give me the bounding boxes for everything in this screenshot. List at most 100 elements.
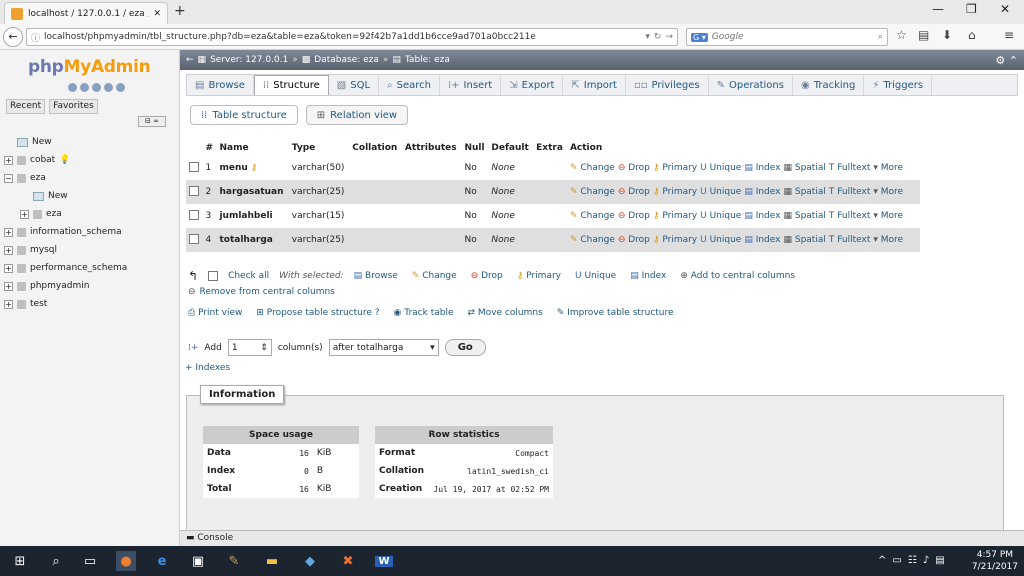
breadcrumb-database[interactable]: Database: eza [314,55,379,65]
action-spatial-link[interactable]: ▦ Spatial [783,187,825,197]
action-more-link[interactable]: ▾ More [873,187,903,197]
action-unique-link[interactable]: U Unique [700,163,741,173]
indexes-toggle[interactable]: + Indexes [185,363,230,373]
notification-icon[interactable]: ▤ [935,555,944,566]
reload-icon[interactable] [116,83,125,92]
help-icon[interactable]: ? [375,308,380,318]
tab-relation-view[interactable]: ⊞ Relation view [305,105,409,125]
app-icon[interactable]: ✎ [224,551,244,571]
task-view-icon[interactable]: ▭ [80,551,100,571]
check-all-checkbox[interactable] [208,271,219,281]
expand-toggle-icon[interactable]: − [4,173,13,183]
spinner-icon[interactable]: ⇕ [260,343,268,353]
action-change-link[interactable]: ✎ Change [570,235,615,245]
maximize-button[interactable]: ❐ [966,2,977,16]
tab-browse[interactable]: ▤ Browse [187,75,254,95]
network-icon[interactable]: ☷ [908,555,917,566]
row-checkbox[interactable] [189,185,199,196]
with-selected-change-button[interactable]: ✎ Change [412,271,457,281]
search-icon[interactable]: ⌕ [878,32,883,42]
clock[interactable]: 4:57 PM 7/21/2017 [972,549,1018,573]
tree-node[interactable]: + phpmyadmin [4,277,176,295]
action-index-link[interactable]: ▤ Index [744,187,780,197]
back-button[interactable]: ← [3,27,23,47]
expand-toggle-icon[interactable]: + [4,299,13,309]
battery-icon[interactable]: ▭ [892,555,901,566]
tab-table-structure[interactable]: ⁞⁞ Table structure [190,105,298,125]
action-change-link[interactable]: ✎ Change [570,187,615,197]
with-selected-add-to-central-columns-button[interactable]: ⊕ Add to central columns [680,271,795,281]
action-spatial-link[interactable]: ▦ Spatial [783,163,825,173]
action-drop-link[interactable]: ⊖ Drop [618,187,650,197]
action-unique-link[interactable]: U Unique [700,187,741,197]
expand-toggle-icon[interactable]: + [20,209,29,219]
propose-structure-link[interactable]: ⊞ Propose table structure ? [256,308,379,318]
action-index-link[interactable]: ▤ Index [744,163,780,173]
breadcrumb-server[interactable]: Server: 127.0.0.1 [210,55,288,65]
collapse-all-button[interactable]: ⊟ ∞ [138,116,166,127]
home-icon[interactable] [68,83,77,92]
action-fulltext-link[interactable]: T Fulltext [829,211,871,221]
action-primary-link[interactable]: ⚷ Primary [653,163,697,173]
tab-search[interactable]: ⌕ Search [379,75,440,95]
with-selected-index-button[interactable]: ▤ Index [630,271,666,281]
word-icon[interactable]: W [374,551,394,571]
tree-node[interactable]: +New [4,187,176,205]
help-icon[interactable] [92,83,101,92]
row-checkbox[interactable] [189,209,199,220]
action-primary-link[interactable]: ⚷ Primary [653,235,697,245]
tab-privileges[interactable]: ▫▫ Privileges [626,75,709,95]
tree-node[interactable]: + information_schema [4,223,176,241]
action-drop-link[interactable]: ⊖ Drop [618,235,650,245]
action-more-link[interactable]: ▾ More [873,163,903,173]
action-change-link[interactable]: ✎ Change [570,211,615,221]
tree-node[interactable]: New [4,133,176,151]
tree-node[interactable]: + test [4,295,176,313]
menu-icon[interactable]: ≡ [1004,28,1014,42]
go-button[interactable]: Go [444,339,486,356]
position-select[interactable]: after totalharga ▾ [328,339,439,356]
action-primary-link[interactable]: ⚷ Primary [653,187,697,197]
tree-node[interactable]: + eza [4,205,176,223]
improve-structure-link[interactable]: ✎ Improve table structure [557,308,674,318]
print-view-link[interactable]: ⎙ Print view [188,308,242,318]
favorites-tab[interactable]: Favorites [49,99,98,114]
expand-toggle-icon[interactable]: + [4,263,13,273]
recent-tab[interactable]: Recent [6,99,46,114]
console-bar[interactable]: ▬ Console [180,530,1024,546]
collapse-arrow-icon[interactable]: ← [186,55,194,65]
search-bar[interactable]: G ▾ Google ⌕ [686,28,888,46]
phpmyadmin-logo[interactable]: phpMyAdmin [28,57,151,77]
action-more-link[interactable]: ▾ More [873,211,903,221]
action-fulltext-link[interactable]: T Fulltext [829,235,871,245]
go-arrow-icon[interactable]: → [665,32,673,42]
tree-node[interactable]: − eza [4,169,176,187]
settings-icon[interactable] [104,83,113,92]
dropdown-icon[interactable]: ▾ [645,32,650,42]
track-table-link[interactable]: ◉ Track table [394,308,454,318]
close-window-button[interactable]: ✕ [1000,2,1010,16]
action-unique-link[interactable]: U Unique [700,211,741,221]
settings-gear-icon[interactable]: ⚙ ⌃ [995,54,1018,67]
expand-toggle-icon[interactable]: + [4,281,13,291]
check-all-label[interactable]: Check all [228,271,269,281]
tab-triggers[interactable]: ⚡ Triggers [864,75,933,95]
reading-list-icon[interactable]: ▤ [918,28,929,42]
xampp-icon[interactable]: ✖ [338,551,358,571]
box-icon[interactable]: ◆ [300,551,320,571]
action-drop-link[interactable]: ⊖ Drop [618,211,650,221]
firefox-icon[interactable]: ● [116,551,136,571]
action-spatial-link[interactable]: ▦ Spatial [783,211,825,221]
tab-operations[interactable]: ✎ Operations [709,75,793,95]
row-checkbox[interactable] [189,233,199,244]
with-selected-drop-button[interactable]: ⊖ Drop [471,271,503,281]
expand-toggle-icon[interactable]: + [4,227,13,237]
action-index-link[interactable]: ▤ Index [744,211,780,221]
action-primary-link[interactable]: ⚷ Primary [653,211,697,221]
breadcrumb-table[interactable]: Table: eza [405,55,450,65]
address-bar[interactable]: ⓘ localhost/phpmyadmin/tbl_structure.php… [26,28,678,46]
action-index-link[interactable]: ▤ Index [744,235,780,245]
action-change-link[interactable]: ✎ Change [570,163,615,173]
tree-node[interactable]: + performance_schema [4,259,176,277]
tree-node[interactable]: + cobat 💡 [4,151,176,169]
